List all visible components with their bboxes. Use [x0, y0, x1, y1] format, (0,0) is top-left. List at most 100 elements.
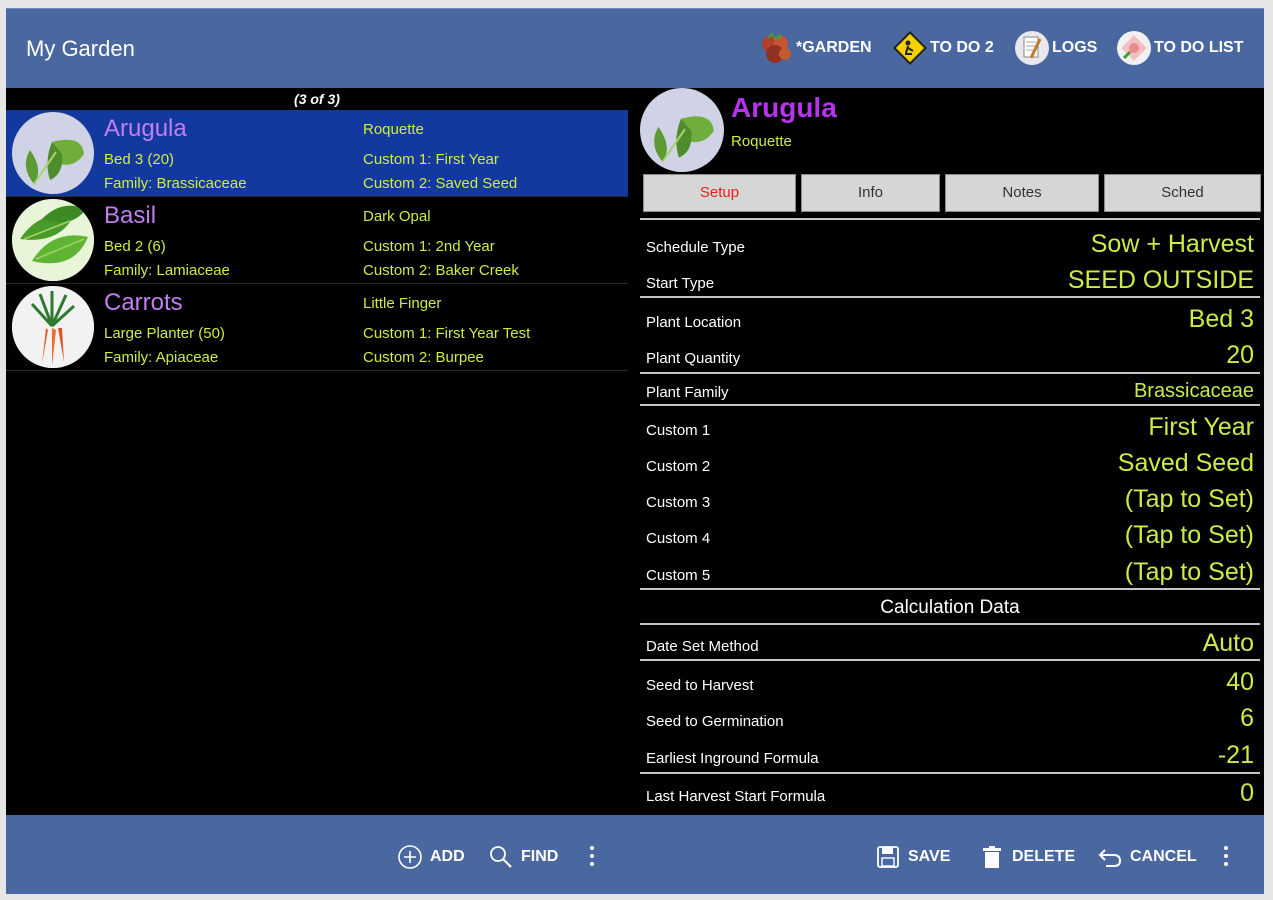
plant-variety: Little Finger [363, 295, 442, 312]
logs-label: LOGS [1052, 39, 1098, 56]
delete-label: DELETE [1012, 848, 1076, 865]
plant-family: Family: Lamiaceae [104, 262, 230, 279]
trash-icon [978, 843, 1006, 871]
schedule-type-value[interactable]: Sow + Harvest [1091, 230, 1254, 259]
search-icon [487, 843, 515, 871]
basil-leaf-icon [12, 199, 94, 281]
tab-notes[interactable]: Notes [945, 174, 1099, 212]
plant-name: Arugula [104, 115, 187, 142]
list-count: (3 of 3) [294, 91, 340, 107]
app-window: My Garden *GARDEN TO DO 2 LOGS TO DO LIS… [6, 8, 1264, 894]
divider [640, 372, 1260, 374]
todo-list-button[interactable]: TO DO LIST [1116, 28, 1243, 68]
notepad-icon [1014, 30, 1050, 66]
plant-list: (3 of 3) Arugula Bed 3 (20) Family: Bras… [6, 88, 628, 815]
add-circle-icon [396, 843, 424, 871]
left-overflow-menu-icon[interactable] [586, 842, 598, 872]
plant-location: Bed 2 (6) [104, 238, 166, 255]
bottom-toolbar: ADD FIND SAVE DELETE CANCEL [6, 815, 1264, 894]
field-label: Custom 5 [646, 567, 711, 584]
plant-custom2: Custom 2: Baker Creek [363, 262, 519, 279]
floppy-disk-icon [874, 843, 902, 871]
seed-to-germination-value[interactable]: 6 [1240, 704, 1254, 733]
logs-button[interactable]: LOGS [1014, 28, 1097, 68]
gardener-sign-icon [892, 30, 928, 66]
field-label: Custom 4 [646, 530, 711, 547]
plant-custom2: Custom 2: Burpee [363, 349, 484, 366]
plant-variety: Dark Opal [363, 208, 431, 225]
plant-family: Family: Brassicaceae [104, 175, 247, 192]
custom4-value[interactable]: (Tap to Set) [1125, 521, 1254, 550]
arugula-leaf-icon [12, 112, 94, 194]
plant-variety: Roquette [363, 121, 424, 138]
garden-button[interactable]: *GARDEN [758, 28, 872, 68]
undo-icon [1096, 843, 1124, 871]
right-overflow-menu-icon[interactable] [1220, 842, 1232, 872]
field-label: Plant Location [646, 314, 742, 331]
flower-icon [1116, 30, 1152, 66]
calculation-data-header: Calculation Data [880, 597, 1020, 618]
plant-quantity-value[interactable]: 20 [1226, 341, 1254, 370]
last-harvest-start-formula-value[interactable]: 0 [1240, 779, 1254, 808]
field-label: Earliest Inground Formula [646, 750, 819, 767]
field-label: Custom 1 [646, 422, 711, 439]
add-button[interactable]: ADD [396, 842, 465, 872]
list-item[interactable]: Arugula Bed 3 (20) Family: Brassicaceae … [6, 110, 628, 197]
todo2-label: TO DO 2 [930, 39, 994, 56]
divider [640, 218, 1260, 220]
start-type-value[interactable]: SEED OUTSIDE [1068, 266, 1254, 295]
tab-info[interactable]: Info [801, 174, 940, 212]
save-button[interactable]: SAVE [874, 842, 950, 872]
garden-label: *GARDEN [796, 39, 872, 56]
field-label: Plant Quantity [646, 350, 741, 367]
plant-family: Family: Apiaceae [104, 349, 219, 366]
divider [640, 296, 1260, 298]
divider [640, 623, 1260, 625]
carrot-icon [12, 286, 94, 368]
field-label: Seed to Germination [646, 713, 784, 730]
plant-custom1: Custom 1: 2nd Year [363, 238, 495, 255]
delete-button[interactable]: DELETE [978, 842, 1075, 872]
custom5-value[interactable]: (Tap to Set) [1125, 558, 1254, 587]
detail-plant-variety: Roquette [731, 133, 792, 150]
plant-family-value[interactable]: Brassicaceae [1134, 380, 1254, 403]
add-label: ADD [430, 848, 465, 865]
cancel-button[interactable]: CANCEL [1096, 842, 1197, 872]
todo-list-label: TO DO LIST [1154, 39, 1244, 56]
field-label: Seed to Harvest [646, 677, 754, 694]
custom2-value[interactable]: Saved Seed [1118, 449, 1254, 478]
todo2-button[interactable]: TO DO 2 [892, 28, 994, 68]
plant-custom1: Custom 1: First Year Test [363, 325, 531, 342]
date-set-method-value[interactable]: Auto [1203, 629, 1254, 658]
tab-sched[interactable]: Sched [1104, 174, 1261, 212]
tomato-icon [758, 30, 794, 66]
tab-setup[interactable]: Setup [643, 174, 796, 212]
detail-pane: Arugula Roquette Setup Info Notes Sched … [640, 88, 1264, 815]
list-item[interactable]: Carrots Large Planter (50) Family: Apiac… [6, 284, 628, 371]
list-item[interactable]: Basil Bed 2 (6) Family: Lamiaceae Dark O… [6, 197, 628, 284]
seed-to-harvest-value[interactable]: 40 [1226, 668, 1254, 697]
cancel-label: CANCEL [1130, 848, 1197, 865]
find-label: FIND [521, 848, 559, 865]
plant-location-value[interactable]: Bed 3 [1189, 305, 1254, 334]
find-button[interactable]: FIND [487, 842, 558, 872]
field-label: Date Set Method [646, 638, 759, 655]
plant-name: Basil [104, 202, 157, 229]
plant-custom1: Custom 1: First Year [363, 151, 499, 168]
plant-name: Carrots [104, 289, 183, 316]
custom3-value[interactable]: (Tap to Set) [1125, 485, 1254, 514]
field-label: Custom 2 [646, 458, 711, 475]
custom1-value[interactable]: First Year [1148, 413, 1254, 442]
divider [640, 772, 1260, 774]
detail-plant-name: Arugula [731, 92, 837, 123]
field-label: Start Type [646, 275, 715, 292]
app-title: My Garden [26, 36, 135, 61]
save-label: SAVE [908, 848, 951, 865]
field-label: Schedule Type [646, 239, 745, 256]
divider [640, 404, 1260, 406]
earliest-inground-formula-value[interactable]: -21 [1218, 741, 1254, 770]
plant-custom2: Custom 2: Saved Seed [363, 175, 518, 192]
top-toolbar: My Garden *GARDEN TO DO 2 LOGS TO DO LIS… [6, 8, 1264, 88]
arugula-leaf-icon [640, 88, 724, 172]
plant-location: Large Planter (50) [104, 325, 225, 342]
